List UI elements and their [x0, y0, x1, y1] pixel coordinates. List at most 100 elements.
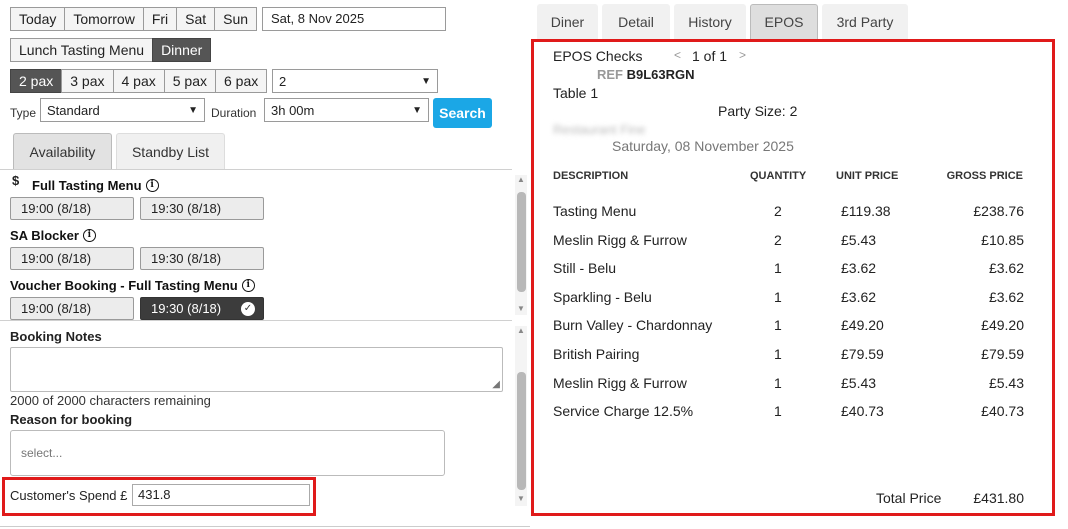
- line-item-quantity: 1: [774, 317, 782, 334]
- scroll-down-icon[interactable]: ▼: [515, 494, 527, 503]
- line-item-description: Still - Belu: [553, 260, 617, 277]
- chevron-down-icon: ▼: [412, 104, 422, 116]
- col-header-unit-price: UNIT PRICE: [836, 170, 899, 182]
- line-item-unit-price: £79.59: [841, 346, 884, 362]
- ref-prefix: REF: [597, 67, 623, 82]
- sun-button[interactable]: Sun: [214, 7, 258, 31]
- line-item-quantity: 2: [774, 203, 782, 219]
- time-slot[interactable]: 19:30 (8/18): [140, 247, 264, 270]
- dinner-button[interactable]: Dinner: [152, 38, 212, 62]
- epos-date: Saturday, 08 November 2025: [612, 138, 794, 154]
- chars-remaining: 2000 of 2000 characters remaining: [10, 393, 211, 408]
- epos-checks-label: EPOS Checks: [553, 48, 643, 64]
- prev-check-button[interactable]: <: [674, 48, 681, 62]
- type-label: Type: [10, 106, 37, 120]
- tab-3rd-party[interactable]: 3rd Party: [822, 4, 908, 39]
- line-item-description: Meslin Rigg & Furrow: [553, 231, 687, 248]
- line-item-gross-price: £238.76: [973, 203, 1024, 219]
- tomorrow-button[interactable]: Tomorrow: [64, 7, 144, 31]
- line-item-quantity: 1: [774, 374, 782, 391]
- info-icon[interactable]: i: [241, 279, 255, 292]
- fri-button[interactable]: Fri: [142, 7, 178, 31]
- duration-select-value: 3h 00m: [271, 102, 315, 118]
- date-nav: Today Tomorrow Fri Sat Sun: [10, 7, 258, 31]
- resize-grip-icon[interactable]: ◢: [492, 379, 500, 390]
- ref-value: B9L63RGN: [626, 67, 695, 82]
- tab-history[interactable]: History: [674, 4, 746, 39]
- line-item-unit-price: £49.20: [841, 317, 884, 334]
- line-item-gross-price: £79.59: [981, 346, 1024, 362]
- time-slot[interactable]: 19:00 (8/18): [10, 197, 134, 220]
- search-button[interactable]: Search: [433, 98, 492, 128]
- line-item-gross-price: £3.62: [988, 288, 1024, 305]
- pax-select[interactable]: 2 ▼: [272, 69, 438, 93]
- line-item-gross-price: £49.20: [981, 317, 1024, 334]
- scroll-down-icon[interactable]: ▼: [515, 304, 527, 313]
- time-slot-label: 19:30 (8/18): [151, 301, 222, 316]
- line-item-unit-price: £3.62: [841, 288, 877, 305]
- tab-detail[interactable]: Detail: [602, 4, 670, 39]
- line-item-description: British Pairing: [553, 346, 640, 362]
- scroll-up-icon[interactable]: ▲: [515, 326, 527, 335]
- lunch-tasting-menu-button[interactable]: Lunch Tasting Menu: [10, 38, 154, 62]
- menu-group-title: SA Blocker i: [10, 228, 96, 243]
- line-item-gross-price: £10.85: [981, 231, 1024, 248]
- pax-5-button[interactable]: 5 pax: [163, 69, 216, 93]
- info-icon[interactable]: i: [82, 229, 96, 242]
- col-header-quantity: QUANTITY: [750, 170, 807, 182]
- time-slot[interactable]: 19:30 (8/18): [140, 197, 264, 220]
- type-select[interactable]: Standard ▼: [40, 98, 205, 122]
- currency-icon: $: [12, 173, 20, 188]
- line-item-unit-price: £119.38: [841, 203, 891, 219]
- line-item-quantity: 1: [774, 403, 782, 420]
- pax-4-button[interactable]: 4 pax: [112, 69, 165, 93]
- scroll-up-icon[interactable]: ▲: [515, 175, 527, 184]
- table-label: Table 1: [553, 85, 599, 101]
- line-item-unit-price: £3.62: [841, 260, 877, 277]
- line-item-unit-price: £5.43: [841, 231, 877, 248]
- booking-notes-textarea[interactable]: ◢: [10, 347, 503, 392]
- pax-3-button[interactable]: 3 pax: [61, 69, 114, 93]
- divider: [0, 320, 512, 321]
- duration-select[interactable]: 3h 00m ▼: [264, 98, 429, 122]
- line-item-quantity: 1: [774, 288, 782, 305]
- pax-2-button[interactable]: 2 pax: [10, 69, 63, 93]
- col-header-description: DESCRIPTION: [553, 170, 629, 182]
- today-button[interactable]: Today: [10, 7, 66, 31]
- next-check-button[interactable]: >: [739, 48, 746, 62]
- line-item-quantity: 1: [774, 346, 782, 362]
- tab-diner[interactable]: Diner: [537, 4, 598, 39]
- tab-epos[interactable]: EPOS: [750, 4, 818, 39]
- type-select-value: Standard: [47, 102, 100, 118]
- line-item-quantity: 1: [774, 260, 782, 277]
- total-value: £431.80: [973, 490, 1024, 506]
- pax-selector: 2 pax 3 pax 4 pax 5 pax 6 pax: [10, 69, 268, 93]
- scrollbar-thumb[interactable]: [517, 372, 526, 490]
- restaurant-name: Restaurant Fine: [553, 122, 646, 137]
- menu-group-title-text: Full Tasting Menu: [32, 178, 142, 193]
- time-slot-selected[interactable]: 19:30 (8/18) ✓: [140, 297, 264, 320]
- pax-select-value: 2: [279, 73, 287, 89]
- line-item-unit-price: £40.73: [841, 403, 884, 420]
- time-slot[interactable]: 19:00 (8/18): [10, 297, 134, 320]
- ref-line: REF B9L63RGN: [597, 67, 695, 82]
- line-item-unit-price: £5.43: [841, 374, 877, 391]
- sat-button[interactable]: Sat: [176, 7, 216, 31]
- menu-selector: Lunch Tasting Menu Dinner: [10, 38, 212, 62]
- line-item-gross-price: £5.43: [988, 374, 1024, 391]
- date-input[interactable]: Sat, 8 Nov 2025: [262, 7, 446, 31]
- reason-label: Reason for booking: [10, 412, 133, 427]
- customers-spend-input[interactable]: 431.8: [132, 484, 310, 506]
- pax-6-button[interactable]: 6 pax: [215, 69, 268, 93]
- time-slot[interactable]: 19:00 (8/18): [10, 247, 134, 270]
- line-item-quantity: 2: [774, 231, 782, 248]
- line-item-gross-price: £40.73: [981, 403, 1024, 420]
- scrollbar-thumb[interactable]: [517, 192, 526, 292]
- reason-select[interactable]: select...: [10, 430, 445, 476]
- line-item-gross-price: £3.62: [988, 260, 1024, 277]
- info-icon[interactable]: i: [145, 179, 159, 192]
- total-label: Total Price: [876, 490, 942, 506]
- tab-availability[interactable]: Availability: [13, 133, 112, 169]
- tab-standby-list[interactable]: Standby List: [116, 133, 225, 169]
- menu-group-title-text: Voucher Booking - Full Tasting Menu: [10, 278, 238, 293]
